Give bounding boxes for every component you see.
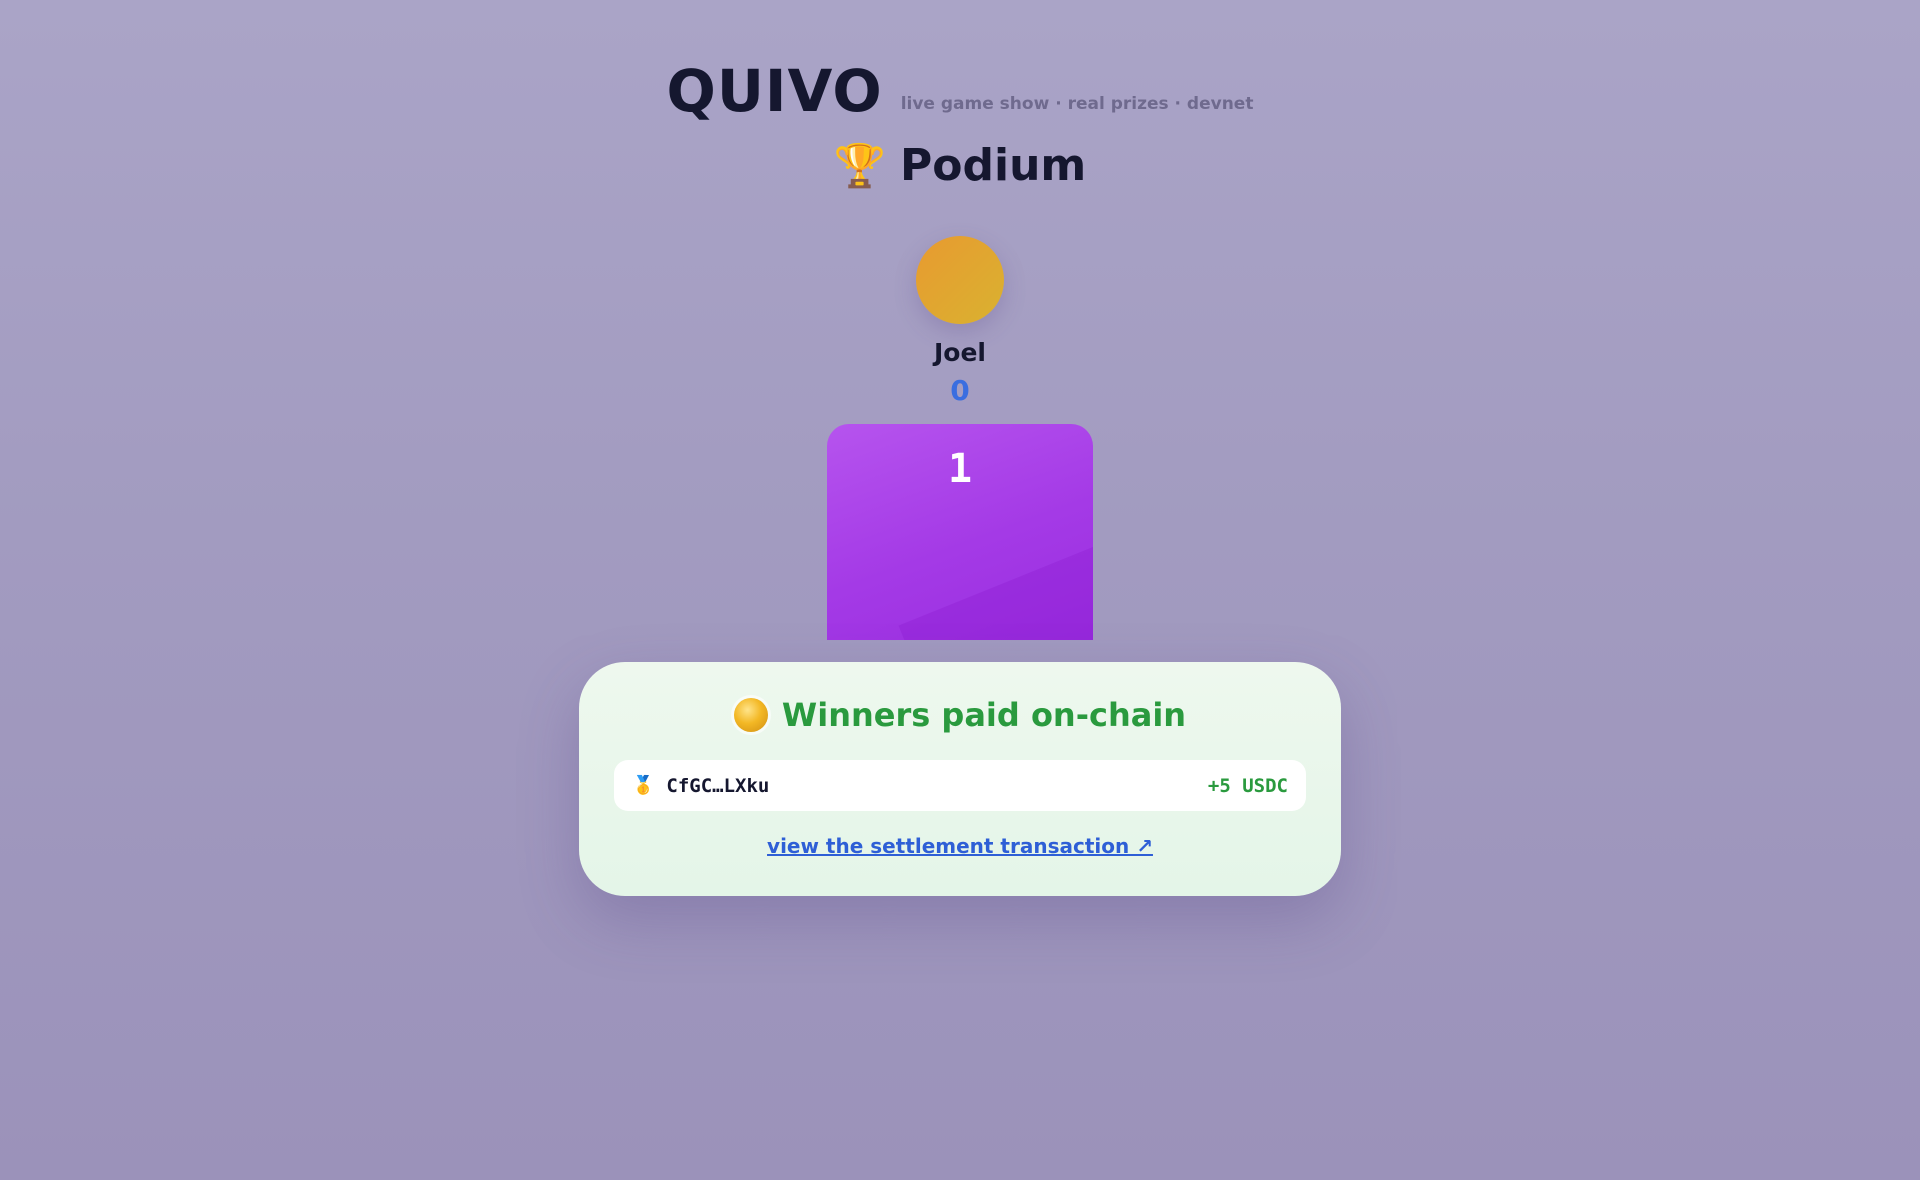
winners-card-heading: Winners paid on-chain: [579, 696, 1341, 734]
page-title: Podium: [900, 140, 1087, 191]
app-header: QUIVO live game show · real prizes · dev…: [0, 62, 1920, 120]
podium-heading: 🏆 Podium: [0, 144, 1920, 188]
trophy-icon: 🏆: [833, 141, 887, 190]
app-tagline: live game show · real prizes · devnet: [900, 94, 1254, 114]
payout-row: 🥇 CfGC…LXku +5 USDC: [614, 760, 1306, 811]
wallet-address: CfGC…LXku: [666, 774, 770, 797]
player-score: 0: [950, 374, 970, 407]
gold-medal-icon: 🥇: [632, 774, 655, 796]
winners-card-title: Winners paid on-chain: [781, 696, 1187, 734]
payout-amount: +5 USDC: [1207, 774, 1288, 797]
settlement-transaction-link[interactable]: view the settlement transaction ↗: [579, 834, 1341, 858]
coin-icon: [733, 698, 768, 732]
winners-card: Winners paid on-chain 🥇 CfGC…LXku +5 USD…: [579, 662, 1341, 896]
player-name: Joel: [933, 338, 986, 367]
app-logo: QUIVO: [666, 57, 883, 125]
payout-recipient: 🥇 CfGC…LXku: [632, 775, 769, 797]
podium-block-first-place: 1: [827, 424, 1093, 640]
podium-rank: 1: [947, 446, 973, 492]
avatar: [916, 236, 1004, 324]
